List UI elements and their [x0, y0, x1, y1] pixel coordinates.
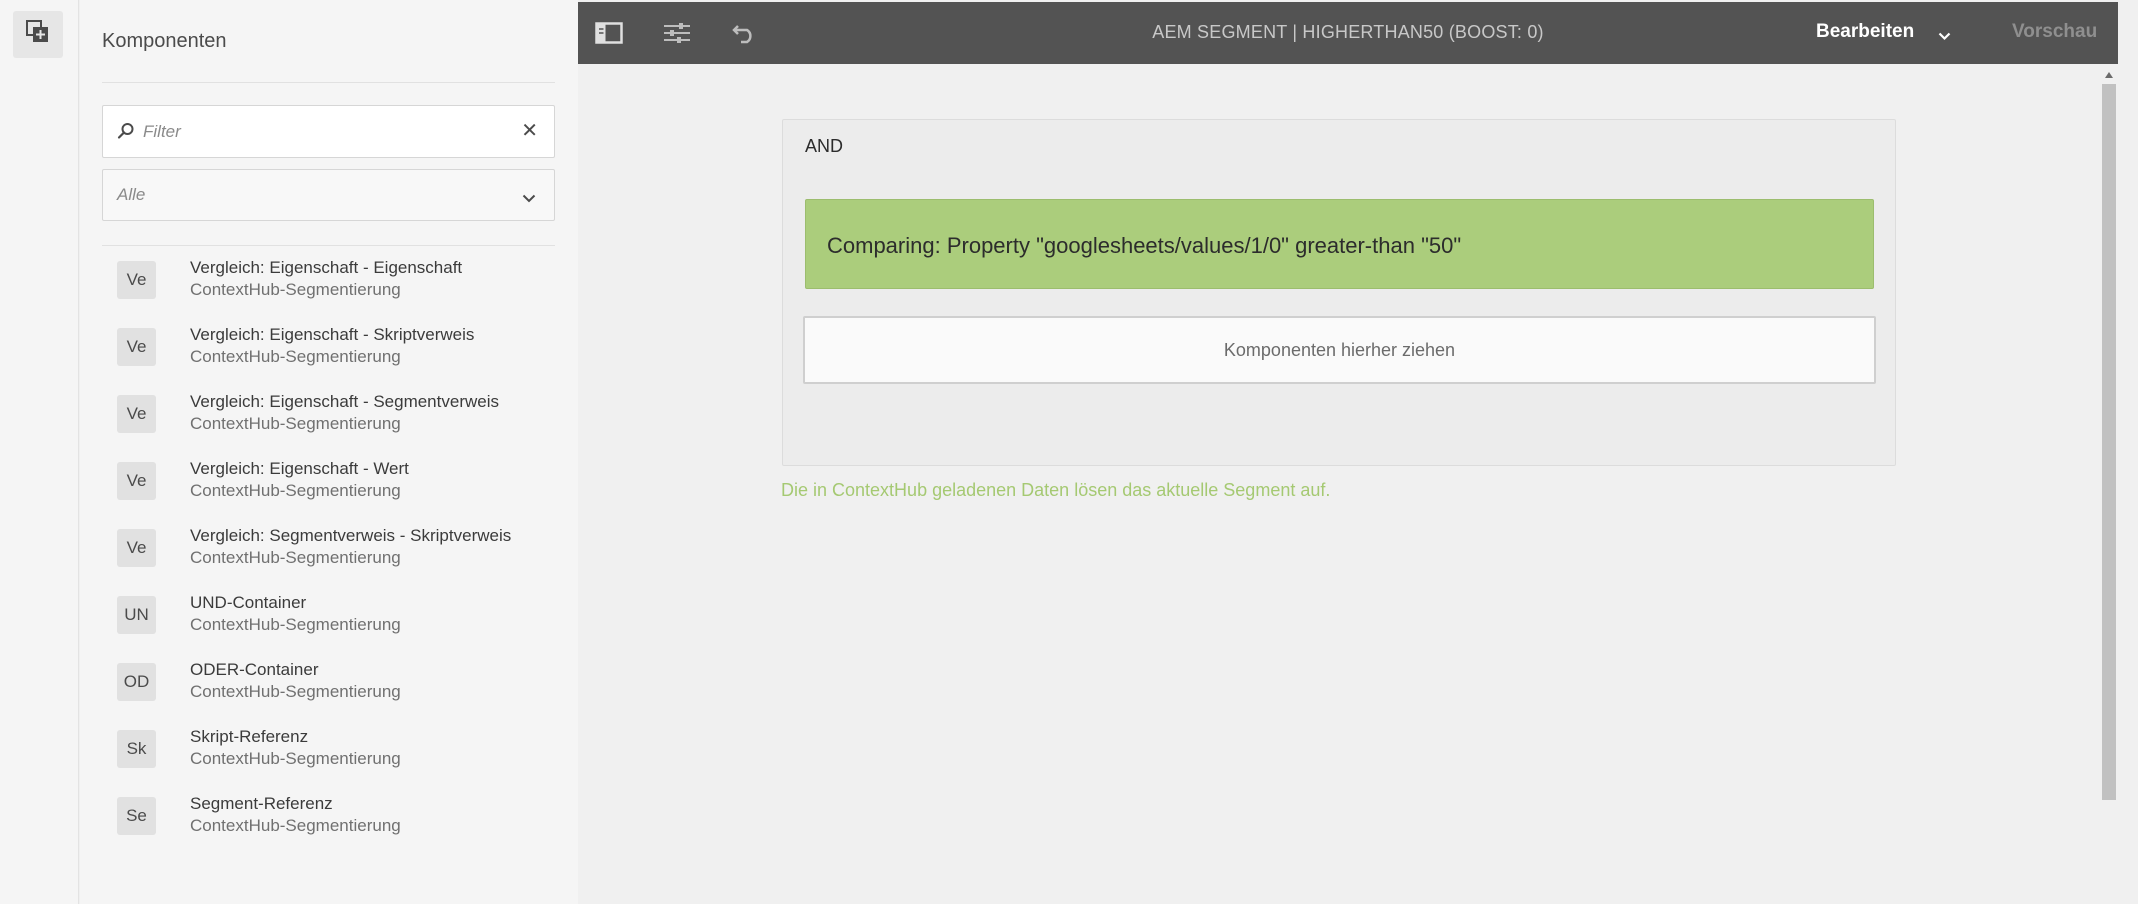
search-icon	[117, 122, 135, 145]
chevron-down-icon[interactable]	[1938, 28, 1951, 46]
list-item[interactable]: Ve Vergleich: Eigenschaft - Wert ContextHu…	[102, 459, 555, 526]
component-title: Vergleich: Segmentverweis - Skriptverwei…	[190, 526, 512, 545]
component-list: Ve Vergleich: Eigenschaft - Eigenschaft Co…	[102, 258, 555, 861]
list-item[interactable]: Se Segment-Referenz ContextHub-Segmentieru…	[102, 794, 555, 861]
component-group-label: ContextHub-Segmentierung	[190, 280, 401, 299]
condition-text: Comparing: Property "googlesheets/values…	[827, 233, 1462, 258]
drop-zone[interactable]: Komponenten hierher ziehen	[803, 316, 1876, 384]
component-badge: Ve	[117, 328, 156, 366]
component-title: Vergleich: Eigenschaft - Segmentverweis	[190, 392, 499, 411]
list-item[interactable]: Ve Vergleich: Segmentverweis - Skriptverw…	[102, 526, 555, 593]
list-item[interactable]: UN UND-Container ContextHub-Segmentierung	[102, 593, 555, 660]
list-item[interactable]: Ve Vergleich: Eigenschaft - Eigenschaft Co…	[102, 258, 555, 325]
component-badge: Ve	[117, 395, 156, 433]
scrollbar-thumb[interactable]	[2102, 84, 2116, 800]
and-container[interactable]: AND Comparing: Property "googlesheets/va…	[782, 119, 1896, 466]
component-group-label: ContextHub-Segmentierung	[190, 816, 401, 835]
close-icon[interactable]: ✕	[521, 121, 538, 141]
component-group-label: ContextHub-Segmentierung	[190, 682, 401, 701]
component-group-select[interactable]: Alle	[102, 169, 555, 221]
component-title: ODER-Container	[190, 660, 319, 679]
list-divider	[102, 245, 555, 246]
container-label: AND	[805, 136, 844, 156]
component-group-label: ContextHub-Segmentierung	[190, 548, 401, 567]
filter-field[interactable]: ✕	[102, 105, 555, 158]
left-rail	[0, 0, 79, 904]
component-badge: Se	[117, 797, 156, 835]
comparison-condition[interactable]: Comparing: Property "googlesheets/values…	[805, 199, 1874, 289]
editor-toolbar: AEM SEGMENT | HIGHERTHAN50 (BOOST: 0) Be…	[578, 2, 2118, 64]
component-group-label: ContextHub-Segmentierung	[190, 749, 401, 768]
component-badge: UN	[117, 596, 156, 634]
component-badge: Sk	[117, 730, 156, 768]
component-group-label: ContextHub-Segmentierung	[190, 347, 401, 366]
filter-input[interactable]	[143, 116, 513, 148]
component-title: Vergleich: Eigenschaft - Wert	[190, 459, 409, 478]
component-group-label: ContextHub-Segmentierung	[190, 615, 401, 634]
component-group-label: ContextHub-Segmentierung	[190, 414, 401, 433]
panel-divider	[102, 82, 555, 83]
list-item[interactable]: Sk Skript-Referenz ContextHub-Segmentierun…	[102, 727, 555, 794]
list-item[interactable]: Ve Vergleich: Eigenschaft - Skriptverweis…	[102, 325, 555, 392]
panel-title: Komponenten	[102, 30, 227, 52]
components-panel-toggle[interactable]	[13, 11, 63, 58]
component-title: Vergleich: Eigenschaft - Skriptverweis	[190, 325, 475, 344]
component-badge: Ve	[117, 529, 156, 567]
component-title: UND-Container	[190, 593, 307, 612]
segment-status-text: Die in ContextHub geladenen Daten lösen …	[781, 480, 1331, 500]
chevron-down-icon	[522, 190, 536, 208]
scroll-up-arrow-icon[interactable]	[2104, 66, 2114, 84]
list-item[interactable]: Ve Vergleich: Eigenschaft - Segmentverwei…	[102, 392, 555, 459]
component-title: Vergleich: Eigenschaft - Eigenschaft	[190, 258, 463, 277]
components-panel: Komponenten ✕ Alle Ve Vergleich: Eigensch…	[80, 0, 578, 904]
component-badge: Ve	[117, 462, 156, 500]
preview-button[interactable]: Vorschau	[2012, 21, 2097, 43]
component-group-label: ContextHub-Segmentierung	[190, 481, 401, 500]
drop-zone-text: Komponenten hierher ziehen	[1223, 340, 1456, 360]
component-badge: OD	[117, 663, 156, 701]
component-group-value: Alle	[117, 185, 146, 204]
component-title: Skript-Referenz	[190, 727, 309, 746]
component-badge: Ve	[117, 261, 156, 299]
component-title: Segment-Referenz	[190, 794, 333, 813]
components-panel-icon	[26, 20, 50, 49]
list-item[interactable]: OD ODER-Container ContextHub-Segmentierung	[102, 660, 555, 727]
mode-edit-button[interactable]: Bearbeiten	[1816, 21, 1914, 43]
